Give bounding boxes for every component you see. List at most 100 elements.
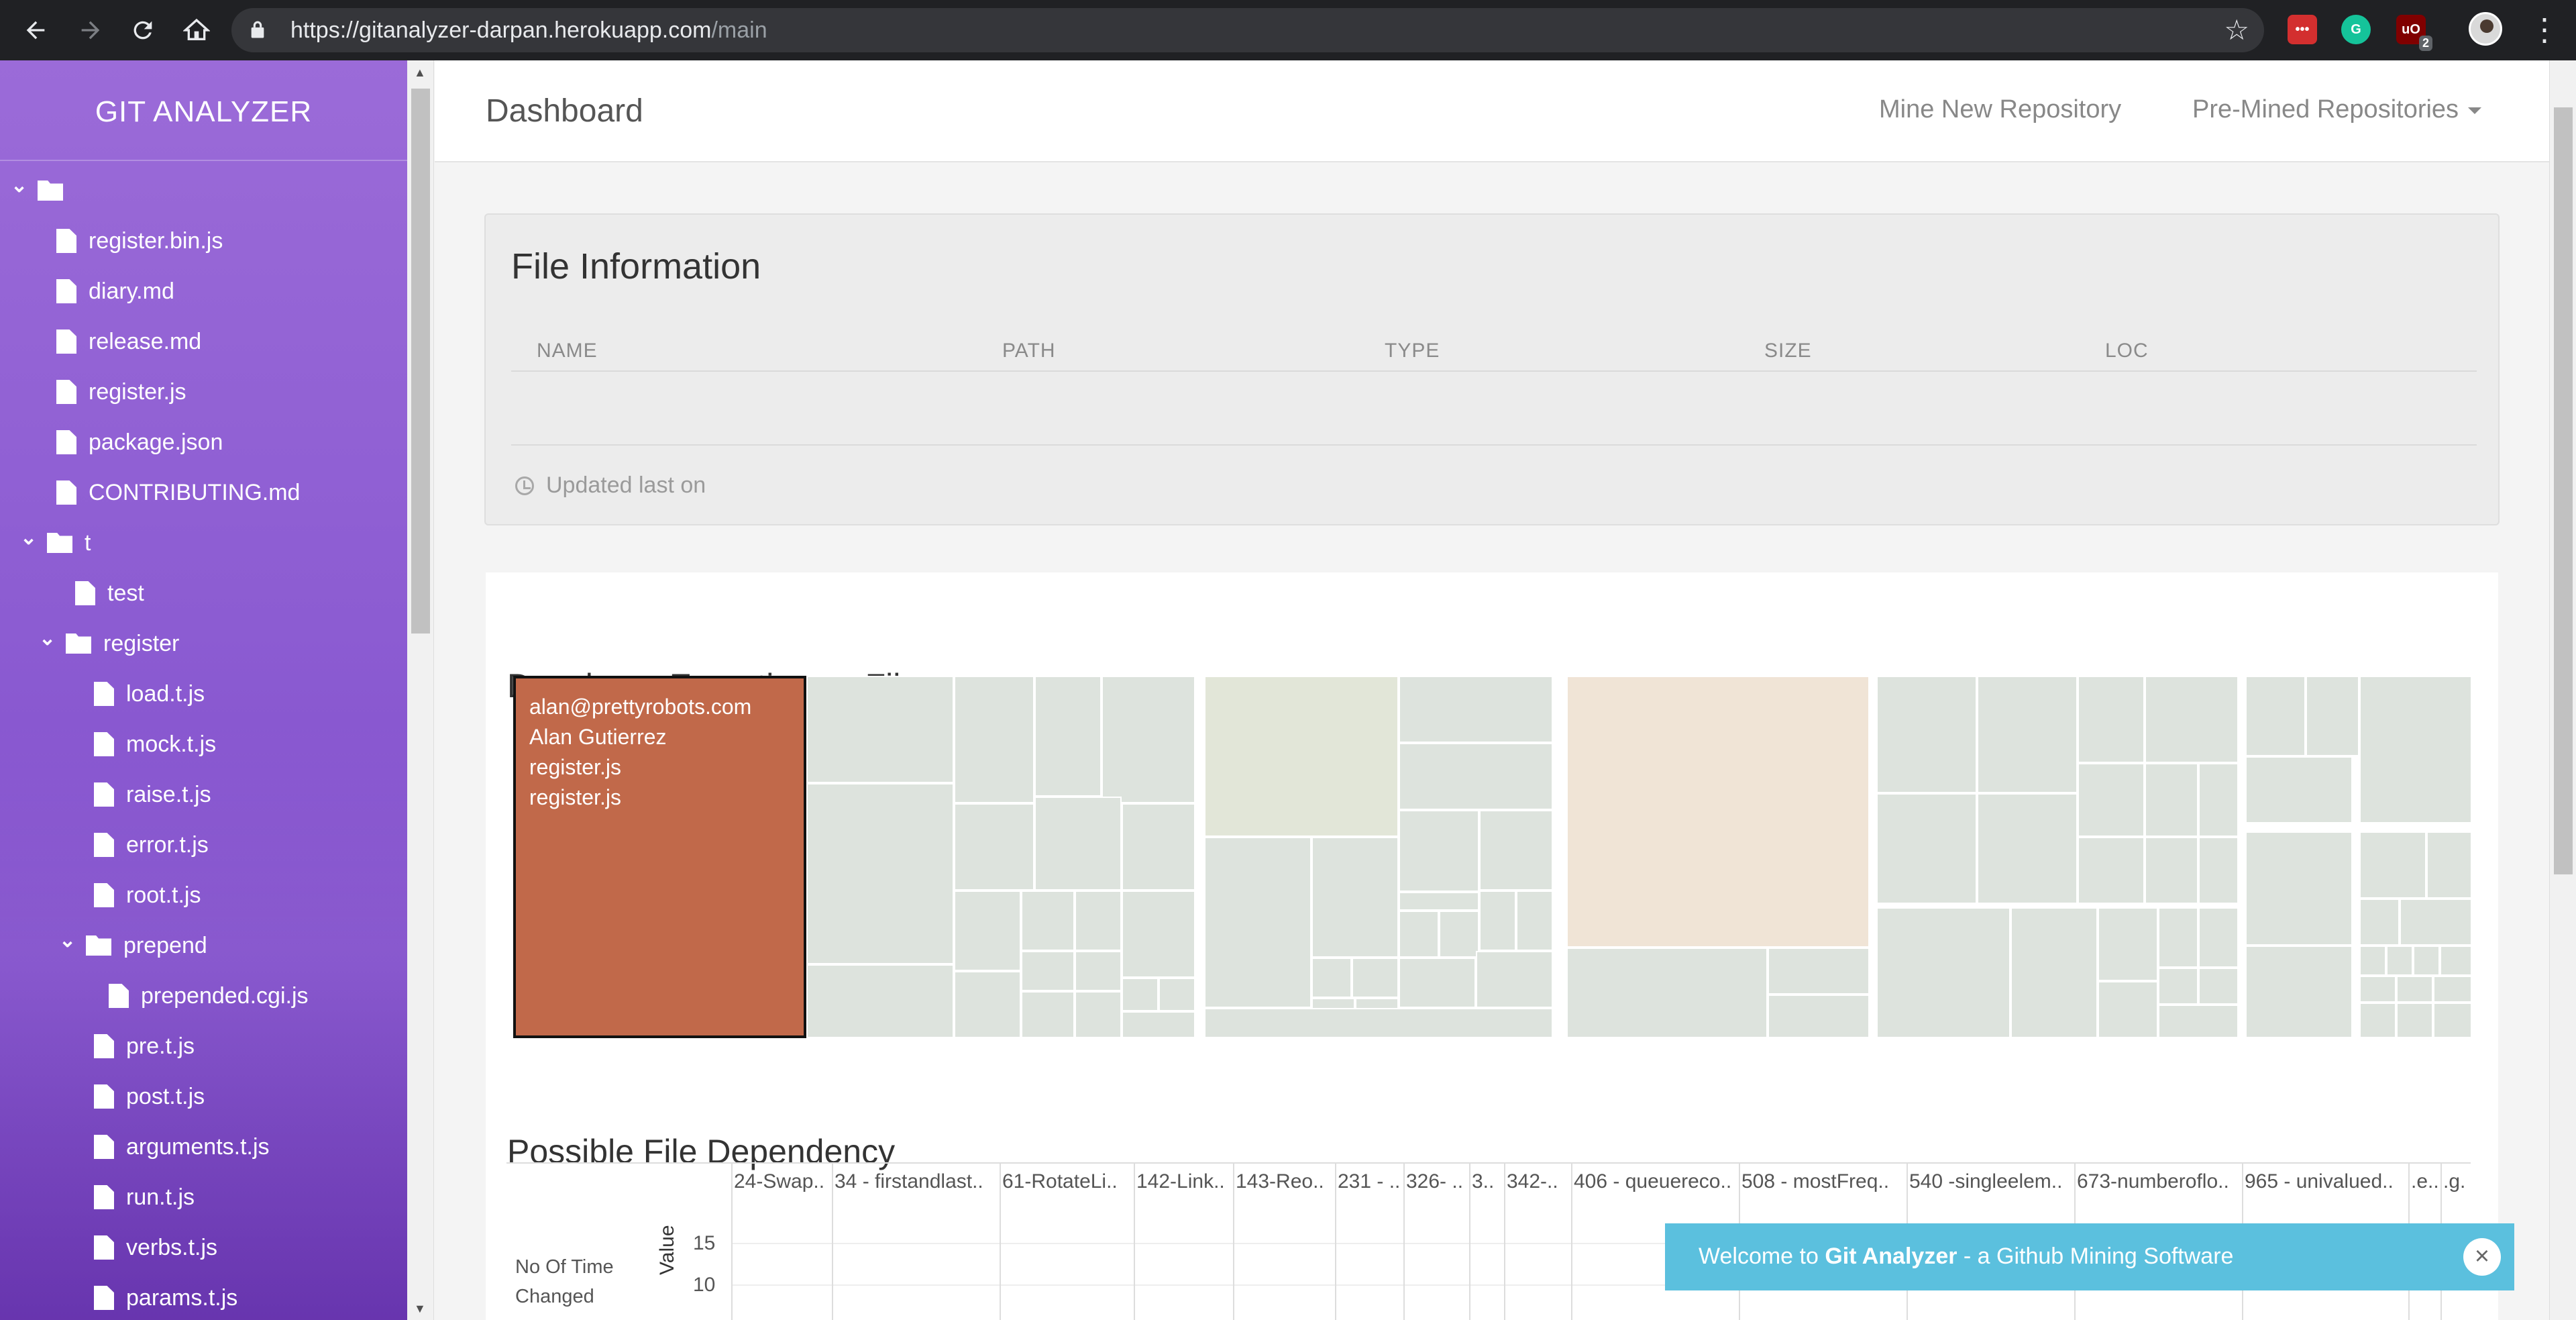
chevron-down-icon[interactable]: ⌄ [11, 174, 38, 197]
treemap-cell[interactable] [2198, 968, 2239, 1005]
treemap-cell[interactable] [2359, 676, 2472, 823]
treemap-cell[interactable] [2245, 946, 2353, 1038]
main-scroll-thumb[interactable] [2554, 107, 2573, 874]
treemap-cell[interactable] [1122, 891, 1195, 978]
pre-mined-repositories-dropdown[interactable]: Pre-Mined Repositories [2192, 95, 2482, 124]
tree-file[interactable]: register.js [56, 372, 186, 412]
tree-file[interactable]: root.t.js [94, 875, 201, 915]
treemap-cell[interactable] [1516, 891, 1553, 951]
treemap-cell[interactable] [2245, 676, 2306, 756]
treemap-cell[interactable] [1204, 1008, 1553, 1038]
treemap-cell[interactable] [2386, 946, 2413, 976]
treemap-cell[interactable] [1034, 797, 1122, 891]
treemap-cell[interactable] [2433, 976, 2472, 1003]
treemap-cell[interactable] [1311, 958, 1352, 998]
treemap-cell[interactable] [2078, 676, 2145, 763]
treemap-cell[interactable] [1399, 958, 1476, 1008]
treemap-cell[interactable] [1876, 793, 1977, 904]
treemap-cell[interactable] [1876, 676, 1977, 793]
treemap-cell[interactable] [1075, 891, 1122, 951]
treemap-cell[interactable] [1977, 793, 2078, 904]
tree-file[interactable]: pre.t.js [94, 1026, 195, 1066]
tree-folder[interactable]: ⌄ [11, 170, 75, 211]
treemap-cell[interactable] [1021, 951, 1075, 991]
treemap-cell[interactable] [2145, 676, 2239, 763]
treemap-cell[interactable] [1876, 907, 2010, 1038]
tree-file[interactable]: verbs.t.js [94, 1227, 217, 1268]
back-button[interactable] [15, 9, 56, 51]
bookmark-star-icon[interactable]: ☆ [2224, 13, 2249, 46]
treemap-cell[interactable] [2078, 763, 2145, 837]
treemap-cell[interactable] [1476, 951, 1553, 1008]
tree-file[interactable]: run.t.js [94, 1177, 195, 1217]
treemap-cell[interactable] [2198, 907, 2239, 968]
home-button[interactable] [176, 9, 217, 51]
treemap-cell[interactable] [1021, 891, 1075, 951]
treemap-cell[interactable] [954, 676, 1034, 803]
treemap-cell[interactable] [1021, 991, 1075, 1038]
treemap-cell[interactable] [1977, 676, 2078, 793]
treemap-cell[interactable] [2359, 1003, 2396, 1038]
profile-avatar[interactable] [2469, 12, 2502, 46]
treemap-cell[interactable] [1352, 958, 1399, 998]
treemap-cell[interactable] [1439, 911, 1479, 958]
treemap-cell[interactable] [1075, 991, 1122, 1038]
tree-file[interactable]: register.bin.js [56, 221, 223, 261]
treemap-cell[interactable] [1122, 1011, 1195, 1038]
tree-folder[interactable]: ⌄ register [39, 623, 179, 664]
treemap-cell[interactable] [1204, 837, 1311, 1008]
sidebar-scrollbar[interactable]: ▲ ▼ [407, 60, 434, 1320]
chevron-down-icon[interactable]: ⌄ [59, 929, 86, 952]
treemap-cell[interactable] [1034, 676, 1102, 797]
treemap-cell[interactable] [1102, 676, 1195, 803]
treemap-cell[interactable] [2078, 837, 2145, 904]
treemap-cell[interactable] [1479, 891, 1516, 951]
treemap-cell[interactable] [2413, 946, 2440, 976]
treemap-cell[interactable] [1122, 978, 1159, 1011]
treemap-cell[interactable] [2198, 837, 2239, 904]
tree-file[interactable]: diary.md [56, 271, 174, 311]
treemap-cell[interactable] [1159, 978, 1195, 1011]
tree-file[interactable]: error.t.js [94, 825, 209, 865]
scroll-down-arrow-icon[interactable]: ▼ [414, 1302, 426, 1316]
tree-file[interactable]: arguments.t.js [94, 1127, 270, 1167]
chevron-down-icon[interactable]: ⌄ [39, 627, 66, 650]
lastpass-icon[interactable]: ••• [2288, 15, 2317, 44]
treemap-cell[interactable] [1768, 995, 1870, 1038]
treemap-cell[interactable] [2440, 946, 2472, 976]
treemap-cell[interactable] [1399, 810, 1479, 911]
treemap-cell[interactable] [2145, 837, 2198, 904]
treemap-cell[interactable] [1566, 676, 1870, 948]
treemap-cell[interactable] [806, 964, 954, 1038]
treemap-cell[interactable] [1479, 810, 1553, 891]
close-icon[interactable]: × [2463, 1238, 2501, 1276]
mine-new-repository-link[interactable]: Mine New Repository [1879, 95, 2121, 124]
tree-file[interactable]: CONTRIBUTING.md [56, 472, 300, 513]
treemap-cell[interactable] [1399, 676, 1553, 743]
brand-title[interactable]: GIT ANALYZER [0, 60, 407, 161]
treemap-cell[interactable] [2098, 907, 2158, 981]
treemap-cell[interactable] [1075, 951, 1122, 991]
treemap-cell[interactable] [806, 676, 954, 783]
forward-button[interactable] [70, 9, 111, 51]
treemap-highlight-cell[interactable]: alan@prettyrobots.com Alan Gutierrez regis… [513, 676, 806, 1038]
tree-file[interactable]: raise.t.js [94, 774, 211, 815]
main-scrollbar[interactable] [2549, 60, 2576, 1320]
treemap-cell[interactable] [2198, 763, 2239, 837]
scroll-up-arrow-icon[interactable]: ▲ [414, 66, 426, 80]
browser-menu-icon[interactable]: ⋮ [2529, 11, 2560, 48]
treemap-cell[interactable] [1122, 803, 1195, 891]
treemap-cell[interactable] [1311, 837, 1399, 958]
reload-button[interactable] [122, 9, 164, 51]
treemap-cell[interactable] [806, 783, 954, 964]
treemap-cell[interactable] [1399, 743, 1553, 810]
tree-file[interactable]: load.t.js [94, 674, 205, 714]
treemap-cell[interactable] [1204, 676, 1399, 837]
treemap-cell[interactable] [954, 803, 1034, 891]
treemap-cell[interactable] [2245, 831, 2353, 946]
treemap-cell[interactable] [2245, 756, 2353, 823]
treemap-cell[interactable] [2433, 1003, 2472, 1038]
treemap-cell[interactable] [1768, 948, 1870, 995]
treemap-cell[interactable] [2010, 907, 2098, 1038]
treemap-cell[interactable] [2306, 676, 2359, 756]
